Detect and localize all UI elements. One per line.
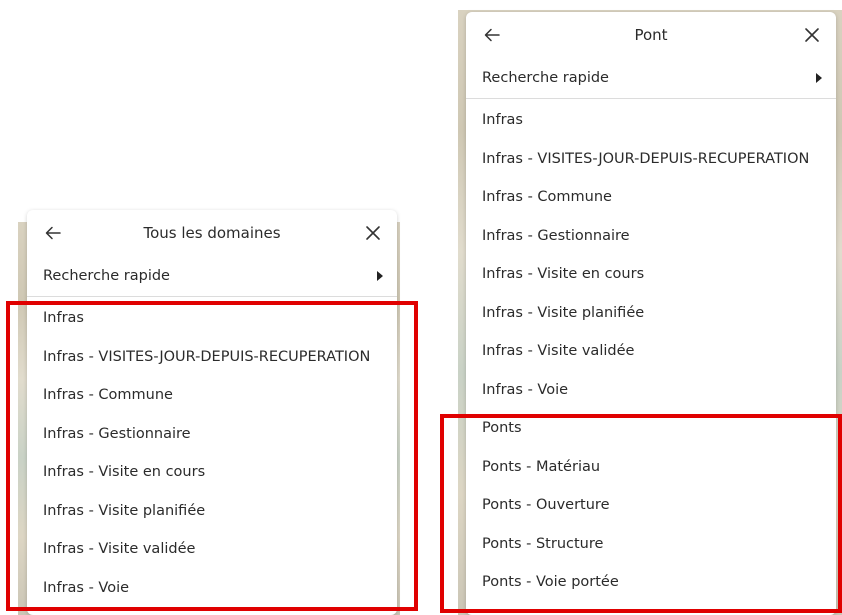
- panel-title: Tous les domaines: [143, 224, 281, 242]
- close-button[interactable]: [361, 221, 385, 245]
- list-item[interactable]: Infras - VISITES-JOUR-DEPUIS-RECUPERATIO…: [27, 338, 397, 377]
- list-item[interactable]: Infras - VISITES-JOUR-DEPUIS-RECUPERATIO…: [466, 140, 836, 179]
- list-item[interactable]: Infras - Voie: [466, 371, 836, 410]
- caret-right-icon: [377, 271, 383, 281]
- list-item[interactable]: Infras - Visite validée: [27, 530, 397, 569]
- panel-title: Pont: [634, 26, 668, 44]
- quick-search-item[interactable]: Recherche rapide: [466, 58, 836, 99]
- list-item[interactable]: Infras - Visite en cours: [466, 255, 836, 294]
- stage: Tous les domaines Recherche rapide Infra…: [0, 0, 842, 615]
- list-item[interactable]: Infras: [27, 299, 397, 338]
- list-item[interactable]: Infras - Voie: [27, 569, 397, 608]
- panel-header: Tous les domaines: [27, 210, 397, 256]
- quick-search-label: Recherche rapide: [43, 268, 170, 284]
- arrow-left-icon: [484, 28, 500, 42]
- quick-search-label: Recherche rapide: [482, 70, 609, 86]
- list-item[interactable]: Infras: [466, 101, 836, 140]
- quick-search-item[interactable]: Recherche rapide: [27, 256, 397, 297]
- list-item[interactable]: Infras - Visite planifiée: [466, 294, 836, 333]
- close-button[interactable]: [800, 23, 824, 47]
- back-button[interactable]: [480, 23, 504, 47]
- close-icon: [366, 226, 380, 240]
- list-item[interactable]: Infras - Commune: [27, 376, 397, 415]
- domain-list: Infras Infras - VISITES-JOUR-DEPUIS-RECU…: [466, 99, 836, 602]
- arrow-left-icon: [45, 226, 61, 240]
- list-item[interactable]: Infras - Commune: [466, 178, 836, 217]
- caret-right-icon: [816, 73, 822, 83]
- list-item[interactable]: Infras - Visite en cours: [27, 453, 397, 492]
- list-item[interactable]: Ponts - Structure: [466, 525, 836, 564]
- domain-list: Infras Infras - VISITES-JOUR-DEPUIS-RECU…: [27, 297, 397, 607]
- close-icon: [805, 28, 819, 42]
- list-item[interactable]: Infras - Gestionnaire: [27, 415, 397, 454]
- domain-panel-right: Pont Recherche rapide Infras Infras - VI…: [466, 12, 836, 615]
- list-item[interactable]: Ponts - Voie portée: [466, 563, 836, 602]
- domain-panel-left: Tous les domaines Recherche rapide Infra…: [27, 210, 397, 615]
- list-item[interactable]: Ponts - Ouverture: [466, 486, 836, 525]
- list-item[interactable]: Infras - Visite planifiée: [27, 492, 397, 531]
- list-item[interactable]: Infras - Gestionnaire: [466, 217, 836, 256]
- list-item[interactable]: Infras - Visite validée: [466, 332, 836, 371]
- list-item[interactable]: Ponts - Matériau: [466, 448, 836, 487]
- panel-header: Pont: [466, 12, 836, 58]
- back-button[interactable]: [41, 221, 65, 245]
- list-item[interactable]: Ponts: [466, 409, 836, 448]
